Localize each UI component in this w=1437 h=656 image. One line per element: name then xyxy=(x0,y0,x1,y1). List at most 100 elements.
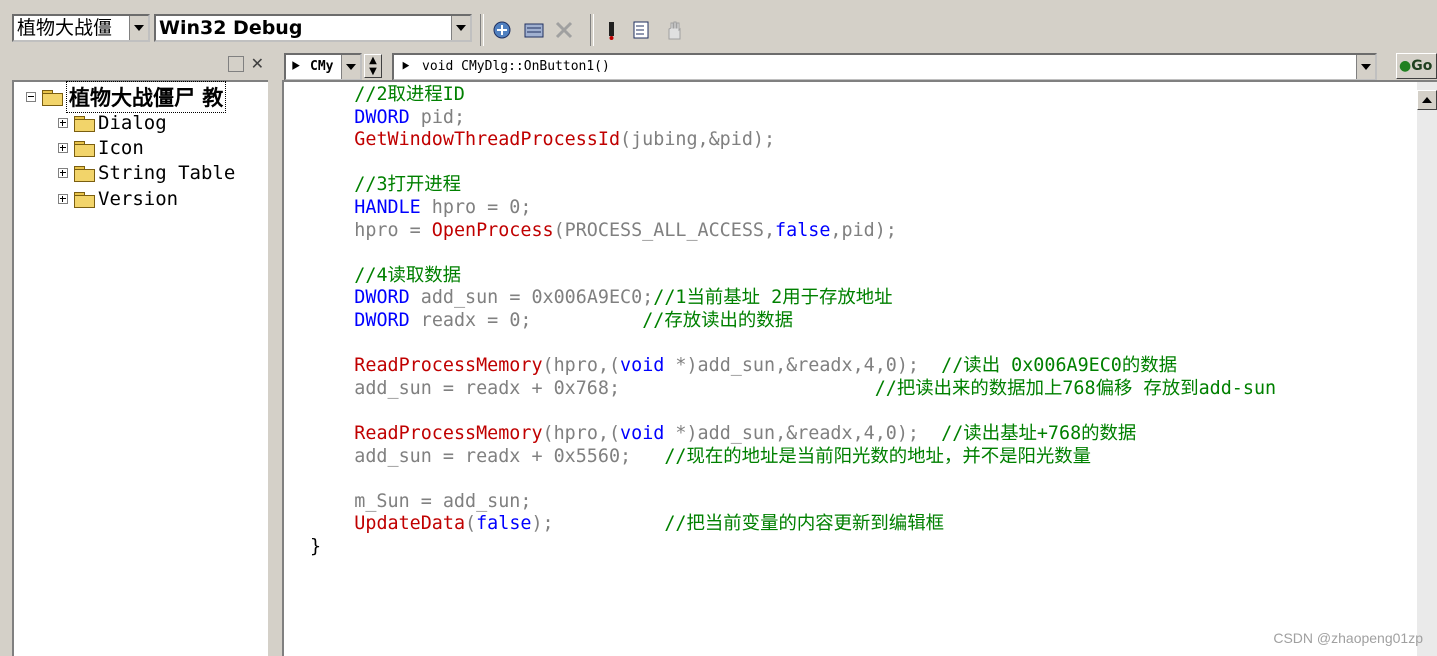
wizard-bar: ⯈ CMy ▲ ▼ ⯈ void CMyDlg::OnButton1() ●Go xyxy=(282,52,1437,81)
code-token: UpdateData xyxy=(354,513,466,535)
code-token: add_sun = readx + 0x5560; xyxy=(310,445,665,467)
folder-icon xyxy=(74,140,95,157)
code-line[interactable]: DWORD pid; xyxy=(310,107,1276,130)
build-icon[interactable] xyxy=(522,18,546,42)
insert-breakpoint-icon[interactable] xyxy=(630,18,654,42)
function-combo-value: void CMyDlg::OnButton1() xyxy=(422,59,610,74)
tree-item-label: Dialog xyxy=(98,112,167,134)
code-line[interactable]: ReadProcessMemory(hpro,(void *)add_sun,&… xyxy=(310,423,1276,446)
code-token: GetWindowThreadProcessId xyxy=(354,129,621,151)
code-token: add_sun = 0x006A9EC0; xyxy=(409,287,654,309)
chevron-down-icon[interactable] xyxy=(341,55,360,79)
tree-item-label: Version xyxy=(98,188,179,210)
chevron-down-icon[interactable] xyxy=(1356,55,1375,79)
code-line[interactable] xyxy=(310,242,1276,265)
toolbar-separator xyxy=(480,14,484,46)
code-line[interactable] xyxy=(310,400,1276,423)
close-icon[interactable]: ✕ xyxy=(251,54,264,73)
code-line[interactable]: } xyxy=(310,536,1276,559)
code-token: DWORD xyxy=(354,106,410,128)
code-line[interactable]: add_sun = readx + 0x768; //把读出来的数据加上768偏… xyxy=(310,378,1276,401)
code-line[interactable]: HANDLE hpro = 0; xyxy=(310,197,1276,220)
function-combo[interactable]: ⯈ void CMyDlg::OnButton1() xyxy=(392,53,1377,81)
diamond-arrow-icon: ⯈ xyxy=(290,59,302,75)
code-token: ); xyxy=(531,513,665,535)
code-text[interactable]: //2取进程ID DWORD pid; GetWindowThreadProce… xyxy=(310,84,1276,558)
expand-icon[interactable] xyxy=(58,168,68,178)
code-line[interactable] xyxy=(310,152,1276,175)
code-line[interactable]: ReadProcessMemory(hpro,(void *)add_sun,&… xyxy=(310,355,1276,378)
hand-icon[interactable] xyxy=(662,18,686,42)
code-line[interactable]: DWORD readx = 0; //存放读出的数据 xyxy=(310,310,1276,333)
spin-button[interactable]: ▲ ▼ xyxy=(364,54,382,78)
tree-item-icon[interactable]: Icon xyxy=(58,135,144,161)
code-token: ReadProcessMemory xyxy=(354,355,543,377)
collapse-icon[interactable] xyxy=(26,92,36,102)
folder-icon xyxy=(74,165,95,182)
expand-icon[interactable] xyxy=(58,118,68,128)
expand-icon[interactable] xyxy=(58,194,68,204)
code-token: (PROCESS_ALL_ACCESS, xyxy=(553,219,776,241)
code-token: DWORD xyxy=(354,309,410,331)
code-line[interactable]: m_Sun = add_sun; xyxy=(310,491,1276,514)
code-token: false xyxy=(775,219,831,241)
code-token: false xyxy=(476,513,532,535)
scroll-up-icon[interactable] xyxy=(1417,90,1437,110)
code-token: //把当前变量的内容更新到编辑框 xyxy=(664,513,944,535)
code-line[interactable]: //3打开进程 xyxy=(310,174,1276,197)
code-token: void xyxy=(620,355,665,377)
code-editor[interactable]: //2取进程ID DWORD pid; GetWindowThreadProce… xyxy=(282,80,1437,656)
vertical-scrollbar[interactable] xyxy=(1417,82,1437,656)
watermark: CSDN @zhaopeng01zp xyxy=(1273,630,1423,646)
code-line[interactable] xyxy=(310,333,1276,356)
dock-icon[interactable] xyxy=(228,56,244,72)
code-line[interactable]: GetWindowThreadProcessId(jubing,&pid); xyxy=(310,129,1276,152)
class-combo[interactable]: ⯈ CMy xyxy=(284,53,362,81)
code-token: HANDLE xyxy=(354,196,421,218)
compile-icon[interactable] xyxy=(490,18,514,42)
folder-open-icon xyxy=(42,89,63,106)
config-combo-value: Win32 Debug xyxy=(159,17,303,39)
code-line[interactable]: DWORD add_sun = 0x006A9EC0;//1当前基址 2用于存放… xyxy=(310,287,1276,310)
tree-item-version[interactable]: Version xyxy=(58,186,178,212)
tree-item-string-table[interactable]: String Table xyxy=(58,160,235,186)
tree-root[interactable]: 植物大战僵尸 教 xyxy=(26,81,227,113)
go-button[interactable]: ●Go xyxy=(1396,53,1437,79)
code-line[interactable] xyxy=(310,468,1276,491)
code-line[interactable]: UpdateData(false); //把当前变量的内容更新到编辑框 xyxy=(310,513,1276,536)
code-line[interactable]: //2取进程ID xyxy=(310,84,1276,107)
code-token: ( xyxy=(465,513,477,535)
code-line[interactable]: hpro = OpenProcess(PROCESS_ALL_ACCESS,fa… xyxy=(310,220,1276,243)
go-button-label: Go xyxy=(1411,58,1433,74)
go-arrow-icon: ● xyxy=(1399,58,1412,74)
project-combo[interactable]: 植物大战僵 xyxy=(12,14,150,42)
code-token: //1当前基址 2用于存放地址 xyxy=(653,287,893,309)
code-token: (jubing,&pid); xyxy=(620,129,776,151)
code-token: ,pid); xyxy=(830,219,897,241)
code-line[interactable]: add_sun = readx + 0x5560; //现在的地址是当前阳光数的… xyxy=(310,446,1276,469)
code-token: pid; xyxy=(409,106,466,128)
code-token: hpro = xyxy=(310,219,432,241)
code-token: //读出 0x006A9EC0的数据 xyxy=(941,355,1178,377)
code-token: DWORD xyxy=(354,287,410,309)
config-combo[interactable]: Win32 Debug xyxy=(154,14,472,42)
code-token: OpenProcess xyxy=(431,219,554,241)
code-line[interactable]: //4读取数据 xyxy=(310,265,1276,288)
code-token: //读出基址+768的数据 xyxy=(941,422,1137,444)
code-token: //现在的地址是当前阳光数的地址，并不是阳光数量 xyxy=(664,445,1092,467)
expand-icon[interactable] xyxy=(58,143,68,153)
code-token: //3打开进程 xyxy=(354,174,462,196)
chevron-down-icon[interactable] xyxy=(129,16,148,40)
tree-item-dialog[interactable]: Dialog xyxy=(58,110,167,136)
chevron-down-icon[interactable] xyxy=(451,16,470,40)
tree-item-label: String Table xyxy=(98,162,236,184)
stop-build-icon[interactable] xyxy=(552,18,576,42)
debug-run-icon[interactable] xyxy=(600,18,624,42)
code-token: //存放读出的数据 xyxy=(642,309,794,331)
